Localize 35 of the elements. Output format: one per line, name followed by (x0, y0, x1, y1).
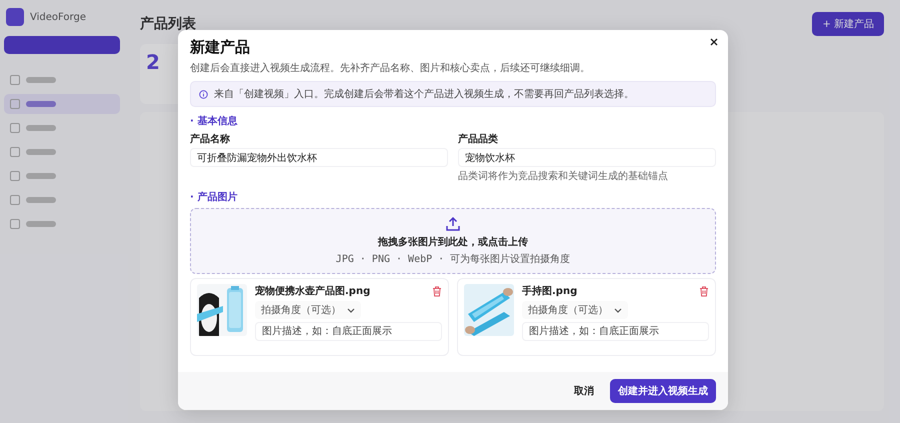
stat-value: 2 (146, 50, 161, 74)
info-icon (199, 90, 208, 98)
image-filename: 手持图.png (522, 284, 578, 298)
upload-dropzone[interactable]: 拖拽多张图片到此处，或点击上传 JPG · PNG · WebP · 可为每张图片设置拍摄角度 (190, 208, 716, 274)
app-name: VideoForge (30, 12, 86, 22)
new-product-button[interactable]: + 新建产品 (812, 12, 884, 36)
close-icon[interactable] (710, 38, 718, 46)
app-logo-icon (6, 8, 24, 26)
angle-dropdown[interactable]: 拍摄角度（可选） (255, 301, 361, 319)
field-label: 产品名称 (190, 132, 231, 146)
chevron-down-icon (347, 308, 355, 312)
delete-icon[interactable] (432, 286, 442, 296)
upload-title: 拖拽多张图片到此处，或点击上传 (378, 236, 528, 249)
image-filename: 宠物便携水壶产品图.png (255, 284, 370, 298)
section-heading: · 产品图片 (190, 190, 238, 204)
dialog-title: 新建产品 (190, 38, 250, 57)
submit-button[interactable]: 创建并进入视频生成 (610, 379, 716, 403)
chevron-down-icon (614, 308, 622, 312)
text-field[interactable]: 可折叠防漏宠物外出饮水杯 (190, 148, 448, 167)
create-button[interactable] (4, 36, 120, 54)
field-label: 产品品类 (458, 132, 499, 146)
notice-text: 来自「创建视频」入口。完成创建后会带着这个产品进入视频生成，不需要再回产品列表选择。 (214, 88, 634, 101)
description-field[interactable]: 图片描述，如：自底正面展示 (255, 322, 442, 341)
cancel-button[interactable]: 取消 (568, 383, 600, 399)
page-title: 产品列表 (140, 15, 196, 33)
section-heading: · 基本信息 (190, 114, 238, 128)
dialog-subtitle: 创建后会直接进入视频生成流程。先补齐产品名称、图片和核心卖点，后续还可继续细调。 (190, 62, 591, 75)
upload-hint: JPG · PNG · WebP · 可为每张图片设置拍摄角度 (336, 252, 570, 266)
text-field[interactable]: 宠物饮水杯 (458, 148, 716, 167)
upload-icon (445, 216, 461, 232)
field-help-text: 品类词将作为竞品搜索和关键词生成的基础锚点 (458, 170, 669, 183)
delete-icon[interactable] (699, 286, 709, 296)
sidebar-item[interactable] (4, 94, 120, 114)
angle-dropdown[interactable]: 拍摄角度（可选） (522, 301, 628, 319)
description-field[interactable]: 图片描述，如：自底正面展示 (522, 322, 709, 341)
